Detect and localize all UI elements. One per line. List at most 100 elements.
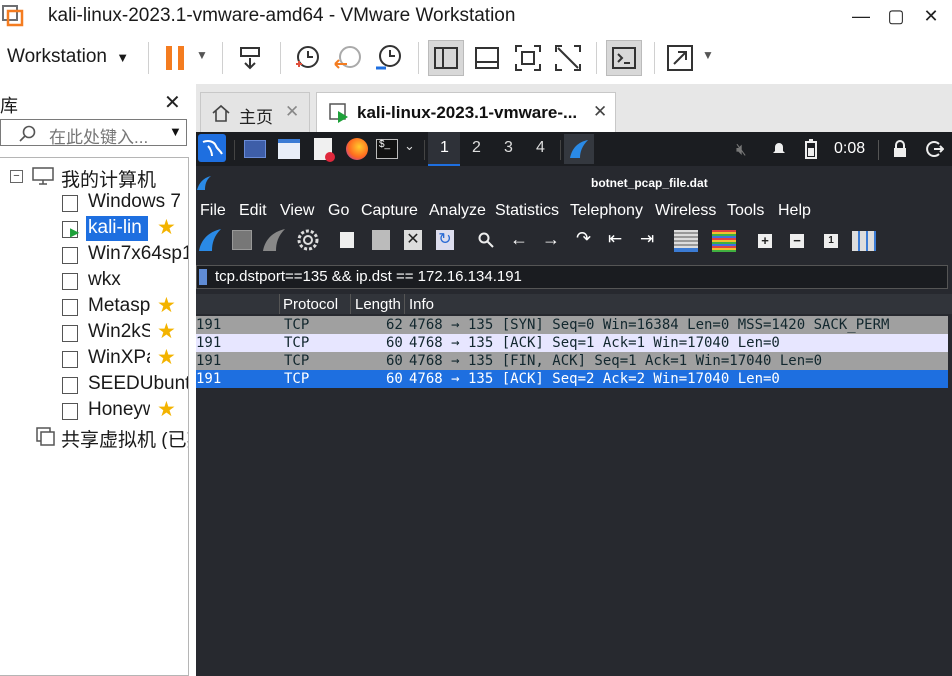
snapshot-manager-icon[interactable] xyxy=(372,42,404,74)
column-info[interactable]: Info xyxy=(409,296,434,313)
vm-item[interactable]: Win2kS ★ xyxy=(60,321,188,345)
tab-home-close-button[interactable]: ✕ xyxy=(285,102,299,122)
taskbar-wireshark-button[interactable] xyxy=(564,134,594,164)
tree-shared-vms[interactable]: 共享虚拟机 (已弃 xyxy=(34,425,188,449)
stop-capture-icon[interactable] xyxy=(232,230,252,250)
go-forward-icon[interactable]: → xyxy=(542,229,560,250)
stretch-dropdown-icon[interactable]: ▼ xyxy=(702,48,714,62)
vm-item[interactable]: Win7x64sp1 xyxy=(60,243,188,267)
tab-home[interactable]: 主页 ✕ xyxy=(200,92,310,132)
resize-columns-icon[interactable] xyxy=(852,231,876,251)
logout-icon[interactable] xyxy=(926,140,944,158)
text-editor-icon[interactable] xyxy=(314,138,335,162)
vm-item[interactable]: Windows 7 xyxy=(60,191,188,215)
menu-capture[interactable]: Capture xyxy=(361,202,418,220)
first-packet-icon[interactable]: ⇤ xyxy=(608,229,622,249)
terminal-icon[interactable]: $_ xyxy=(376,139,398,159)
packet-row[interactable]: 191 TCP 60 4768 → 135 [ACK] Seq=1 Ack=1 … xyxy=(196,334,948,352)
library-search-field[interactable]: 在此处键入... ▼ xyxy=(0,119,187,147)
search-dropdown-icon[interactable]: ▼ xyxy=(169,124,182,139)
thumbnail-icon[interactable] xyxy=(472,42,504,74)
packet-row-selected[interactable]: 191 TCP 60 4768 → 135 [ACK] Seq=2 Ack=2 … xyxy=(196,370,948,388)
tab-kali-close-button[interactable]: ✕ xyxy=(593,102,607,122)
notifications-bell-icon[interactable] xyxy=(770,140,788,158)
zoom-in-icon[interactable]: + xyxy=(758,234,772,248)
menu-file[interactable]: File xyxy=(200,202,226,220)
favorite-star-icon[interactable]: ★ xyxy=(157,347,176,370)
colorize-icon[interactable] xyxy=(712,230,736,252)
menu-view[interactable]: View xyxy=(280,202,314,220)
workspace-1[interactable]: 1 xyxy=(428,132,460,166)
find-packet-icon[interactable] xyxy=(478,232,494,248)
close-file-icon[interactable]: ✕ xyxy=(404,230,422,250)
volume-muted-icon[interactable]: 🔇︎ xyxy=(736,140,747,160)
autoscroll-icon[interactable] xyxy=(674,230,698,252)
vm-item[interactable]: SEEDUbuntu xyxy=(60,373,188,397)
pause-icon[interactable] xyxy=(160,42,192,74)
display-filter-input[interactable]: tcp.dstport==135 && ip.dst == 172.16.134… xyxy=(215,268,522,285)
vm-item[interactable]: wkx xyxy=(60,269,188,293)
menu-wireless[interactable]: Wireless xyxy=(655,202,716,220)
column-separator xyxy=(350,294,351,314)
snapshot-icon[interactable] xyxy=(292,42,324,74)
workspace-3[interactable]: 3 xyxy=(492,132,524,166)
reload-file-icon[interactable]: ↻ xyxy=(436,230,454,250)
vm-item-selected[interactable]: ▶ kali-lin ★ xyxy=(60,215,188,241)
favorite-star-icon[interactable]: ★ xyxy=(157,399,176,422)
show-desktop-icon[interactable] xyxy=(244,140,266,158)
go-back-icon[interactable]: ← xyxy=(510,229,528,250)
menu-edit[interactable]: Edit xyxy=(239,202,267,220)
start-capture-icon[interactable] xyxy=(198,228,222,252)
normal-size-icon[interactable]: 1 xyxy=(824,234,838,248)
restart-capture-icon[interactable] xyxy=(262,228,286,252)
display-filter-bar[interactable]: tcp.dstport==135 && ip.dst == 172.16.134… xyxy=(196,265,948,289)
workstation-menu[interactable]: Workstation ▼ xyxy=(7,46,129,68)
menu-go[interactable]: Go xyxy=(328,202,349,220)
column-length[interactable]: Length xyxy=(355,296,401,313)
last-packet-icon[interactable]: ⇥ xyxy=(640,229,654,249)
capture-options-icon[interactable] xyxy=(296,228,320,252)
favorite-star-icon[interactable]: ★ xyxy=(157,321,176,344)
close-button[interactable]: ✕ xyxy=(911,2,951,30)
go-to-packet-icon[interactable]: ↷ xyxy=(576,228,591,249)
minimize-button[interactable]: — xyxy=(841,2,881,30)
tab-kali-vm[interactable]: kali-linux-2023.1-vmware-... ✕ xyxy=(316,92,616,132)
favorite-star-icon[interactable]: ★ xyxy=(157,215,176,240)
zoom-out-icon[interactable]: − xyxy=(790,234,804,248)
pause-dropdown-icon[interactable]: ▼ xyxy=(196,48,208,62)
menu-telephony[interactable]: Telephony xyxy=(570,202,643,220)
workspace-label: 3 xyxy=(504,139,513,156)
library-close-button[interactable]: ✕ xyxy=(164,90,181,115)
revert-snapshot-icon[interactable] xyxy=(332,42,364,74)
show-library-button[interactable] xyxy=(428,40,464,76)
tree-shared-label: 共享虚拟机 (已弃 xyxy=(61,430,188,449)
menu-help[interactable]: Help xyxy=(778,202,811,220)
console-view-button[interactable] xyxy=(606,40,642,76)
unity-icon[interactable] xyxy=(552,42,584,74)
fullscreen-icon[interactable] xyxy=(512,42,544,74)
save-file-icon[interactable] xyxy=(372,230,390,250)
favorite-star-icon[interactable]: ★ xyxy=(157,295,176,318)
workspace-2[interactable]: 2 xyxy=(460,132,492,166)
menu-statistics[interactable]: Statistics xyxy=(495,202,559,220)
file-manager-icon[interactable] xyxy=(278,139,300,159)
vm-item[interactable]: Honeyw ★ xyxy=(60,399,188,423)
vm-item[interactable]: WinXPa ★ xyxy=(60,347,188,371)
vm-item[interactable]: Metasp ★ xyxy=(60,295,188,319)
stretch-icon[interactable] xyxy=(664,42,696,74)
column-protocol[interactable]: Protocol xyxy=(283,296,338,313)
packet-row[interactable]: 191 TCP 60 4768 → 135 [FIN, ACK] Seq=1 A… xyxy=(196,352,948,370)
open-file-icon[interactable] xyxy=(340,232,354,248)
maximize-button[interactable]: ▢ xyxy=(876,2,916,30)
lock-screen-icon[interactable] xyxy=(892,140,908,158)
send-keys-icon[interactable] xyxy=(236,42,268,74)
menu-analyze[interactable]: Analyze xyxy=(429,202,486,220)
kali-menu-button[interactable] xyxy=(198,134,226,162)
bookmark-icon[interactable] xyxy=(199,269,207,285)
menu-tools[interactable]: Tools xyxy=(727,202,764,220)
firefox-icon[interactable] xyxy=(346,138,368,160)
workspace-4[interactable]: 4 xyxy=(524,132,556,166)
packet-row[interactable]: 191 TCP 62 4768 → 135 [SYN] Seq=0 Win=16… xyxy=(196,316,948,334)
terminal-dropdown-icon[interactable]: ⌄ xyxy=(404,138,415,154)
collapse-toggle-icon[interactable]: − xyxy=(10,170,23,183)
